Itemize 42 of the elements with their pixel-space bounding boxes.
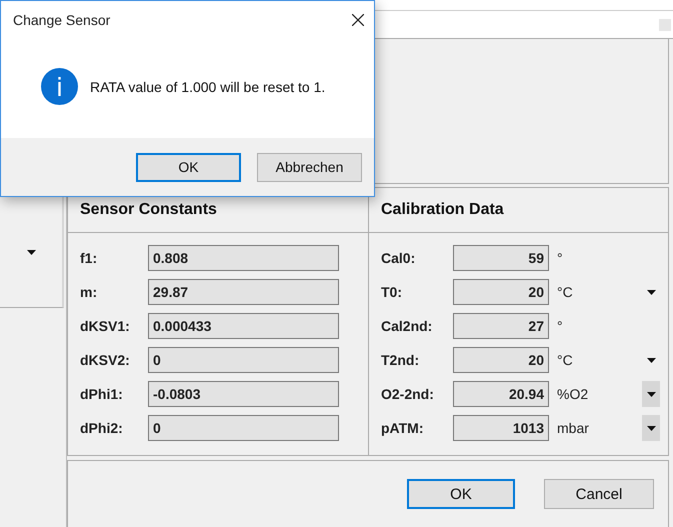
input-field[interactable]: 1013 <box>453 415 549 441</box>
unit-label: °C <box>556 284 574 300</box>
unit-label: ° <box>556 318 564 334</box>
dialog-message: RATA value of 1.000 will be reset to 1. <box>90 78 326 94</box>
field-label: f1: <box>79 250 98 266</box>
input-field[interactable]: -0.0803 <box>148 381 339 407</box>
input-field[interactable]: 0 <box>148 347 339 373</box>
field-label: m: <box>79 284 98 300</box>
ok-button[interactable]: OK <box>136 152 241 182</box>
dropdown-caret-icon[interactable] <box>646 290 656 294</box>
field-label: Cal2nd: <box>380 318 434 334</box>
input-field[interactable]: 59 <box>453 245 549 271</box>
field-label: dPhi2: <box>79 420 124 436</box>
dropdown-caret-icon[interactable] <box>646 426 656 430</box>
dropdown-caret-icon[interactable] <box>646 392 656 396</box>
cancel-button[interactable]: Cancel <box>544 479 654 509</box>
field-label: T2nd: <box>380 352 420 368</box>
field-label: T0: <box>380 284 403 300</box>
input-field[interactable]: 20.94 <box>453 381 549 407</box>
unit-label: °C <box>556 352 574 368</box>
field-label: dPhi1: <box>79 386 124 402</box>
input-field[interactable]: 27 <box>453 313 549 339</box>
dialog-title: Change Sensor <box>13 12 110 28</box>
ok-button[interactable]: OK <box>407 479 515 509</box>
input-field[interactable]: 20 <box>453 279 549 305</box>
unit-label: mbar <box>556 420 590 436</box>
field-label: dKSV1: <box>79 318 131 334</box>
dropdown-caret-icon[interactable] <box>646 358 656 362</box>
input-field[interactable]: 0.000433 <box>148 313 339 339</box>
input-field[interactable]: 20 <box>453 347 549 373</box>
field-label: Cal0: <box>380 250 416 266</box>
dropdown-caret-icon[interactable] <box>26 250 36 255</box>
unit-label: ° <box>556 250 564 266</box>
input-field[interactable]: 0.808 <box>148 245 339 271</box>
field-label: pATM: <box>380 420 424 436</box>
field-label: dKSV2: <box>79 352 131 368</box>
info-icon <box>41 68 78 105</box>
input-field[interactable]: 29.87 <box>148 279 339 305</box>
unit-label: %O2 <box>556 386 590 402</box>
cancel-button[interactable]: Abbrechen <box>257 152 362 182</box>
field-label: O2-2nd: <box>380 386 435 402</box>
input-field[interactable]: 0 <box>148 415 339 441</box>
